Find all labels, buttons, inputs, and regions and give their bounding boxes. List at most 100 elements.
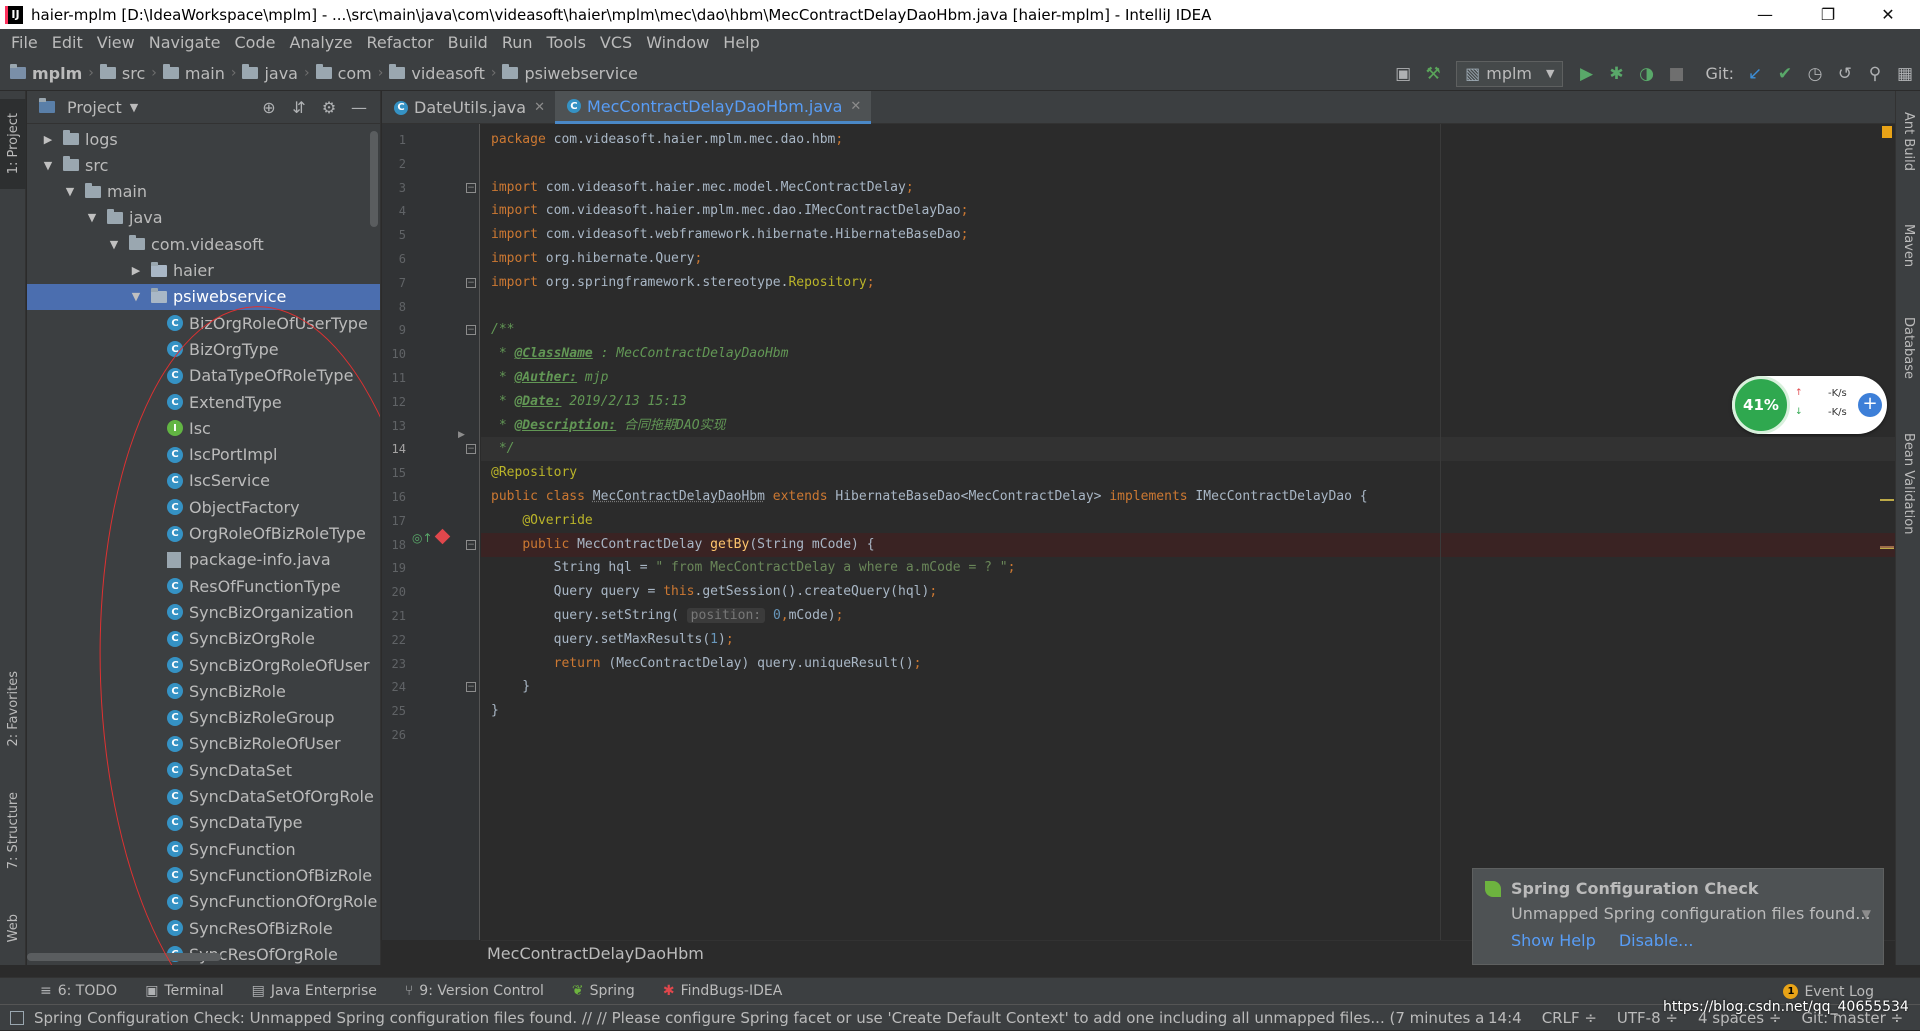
tool-tab-spring[interactable]: ❦ Spring: [572, 983, 635, 999]
tree-item[interactable]: C BizOrgType: [27, 336, 380, 362]
editor-tab[interactable]: C MecContractDelayDaoHbm.java ✕: [554, 91, 872, 124]
chevron-down-icon[interactable]: ▼: [129, 290, 143, 303]
project-structure-icon[interactable]: ▣: [1388, 59, 1418, 89]
code-line[interactable]: query.setString( position: 0,mCode);: [481, 604, 1895, 628]
code-line[interactable]: * @Auther: mjp: [481, 366, 1895, 390]
chevron-down-icon[interactable]: ▼: [130, 101, 138, 114]
code-line[interactable]: return (MecContractDelay) query.uniqueRe…: [481, 652, 1895, 676]
project-view-select[interactable]: Project: [67, 98, 122, 117]
chevron-down-icon[interactable]: ▼: [85, 211, 99, 224]
breadcrumb-item[interactable]: com: [315, 64, 372, 83]
search-icon[interactable]: ⚲: [1860, 59, 1890, 89]
tree-item[interactable]: C ExtendType: [27, 389, 380, 415]
tree-item[interactable]: ▼ java: [27, 205, 380, 231]
code-line[interactable]: import org.springframework.stereotype.Re…: [481, 271, 1895, 295]
code-editor[interactable]: package com.videasoft.haier.mplm.mec.dao…: [481, 124, 1895, 940]
tree-item[interactable]: C SyncFunctionOfBizRole: [27, 862, 380, 888]
code-line[interactable]: package com.videasoft.haier.mplm.mec.dao…: [481, 128, 1895, 152]
tool-tab-ant-build[interactable]: Ant Build: [1896, 101, 1920, 181]
tool-tab-java-enterprise[interactable]: ▤ Java Enterprise: [252, 983, 377, 999]
override-marker-icon[interactable]: ◎↑: [412, 531, 433, 545]
status-message[interactable]: Spring Configuration Check: Unmapped Spr…: [34, 1009, 1484, 1027]
tool-tab-6-todo[interactable]: ≡ 6: TODO: [40, 983, 117, 999]
close-button[interactable]: ✕: [1860, 0, 1916, 29]
tool-tab-bean-validation[interactable]: Bean Validation: [1896, 421, 1920, 546]
tree-item[interactable]: ▼ psiwebservice: [27, 283, 380, 310]
breadcrumb-item[interactable]: java: [242, 64, 298, 83]
run-icon[interactable]: ▶: [1571, 59, 1601, 89]
menu-item-vcs[interactable]: VCS: [593, 33, 639, 52]
tool-tab-favorites[interactable]: 2: Favorites: [0, 661, 26, 756]
chevron-right-icon[interactable]: ▶: [41, 133, 55, 146]
minimize-button[interactable]: —: [1737, 0, 1793, 29]
code-line[interactable]: /**: [481, 318, 1895, 342]
fold-toggle-icon[interactable]: −: [466, 539, 476, 550]
menu-item-run[interactable]: Run: [495, 33, 540, 52]
code-line[interactable]: import org.hibernate.Query;: [481, 247, 1895, 271]
tree-item[interactable]: C SyncBizOrganization: [27, 599, 380, 625]
menu-item-file[interactable]: File: [4, 33, 45, 52]
breadcrumb-item[interactable]: videasoft: [389, 64, 485, 83]
tool-tab-web[interactable]: Web: [0, 901, 26, 956]
menu-item-build[interactable]: Build: [441, 33, 495, 52]
menu-item-tools[interactable]: Tools: [540, 33, 593, 52]
breadcrumb-item[interactable]: mplm: [10, 64, 82, 83]
chevron-right-icon[interactable]: ▶: [129, 264, 143, 277]
chevron-down-icon[interactable]: ▼: [41, 159, 55, 172]
show-help-link[interactable]: Show Help: [1511, 931, 1596, 950]
chevron-down-icon[interactable]: ▼: [107, 238, 121, 251]
code-line[interactable]: * @ClassName : MecContractDelayDaoHbm: [481, 342, 1895, 366]
tree-item[interactable]: ▶ haier: [27, 258, 380, 284]
tree-item[interactable]: C SyncDataSet: [27, 757, 380, 783]
code-line[interactable]: String hql = " from MecContractDelay a w…: [481, 556, 1895, 580]
menu-item-view[interactable]: View: [90, 33, 142, 52]
tree-item[interactable]: C SyncResOfBizRole: [27, 915, 380, 941]
build-hammer-icon[interactable]: ⚒: [1418, 59, 1448, 89]
breadcrumb-item[interactable]: main: [162, 64, 225, 83]
tree-item[interactable]: C IscService: [27, 468, 380, 494]
stripe-mark[interactable]: [1880, 546, 1894, 548]
stop-icon[interactable]: ■: [1661, 59, 1691, 89]
warning-marker-icon[interactable]: [1882, 126, 1892, 138]
tree-item[interactable]: C SyncBizRoleOfUser: [27, 731, 380, 757]
tool-tab-findbugs-idea[interactable]: ✱ FindBugs-IDEA: [663, 983, 782, 999]
debug-icon[interactable]: ✱: [1601, 59, 1631, 89]
breadcrumb-item[interactable]: psiwebservice: [502, 64, 638, 83]
tree-item[interactable]: C ResOfFunctionType: [27, 573, 380, 599]
tree-item[interactable]: C SyncDataType: [27, 810, 380, 836]
tree-item[interactable]: ▼ src: [27, 152, 380, 178]
tree-item[interactable]: I Isc: [27, 415, 380, 441]
locate-icon[interactable]: ⊕: [254, 98, 284, 117]
fold-toggle-icon[interactable]: −: [466, 325, 476, 336]
tool-tab-structure[interactable]: 7: Structure: [0, 781, 26, 881]
menu-item-code[interactable]: Code: [228, 33, 283, 52]
code-line[interactable]: */: [481, 437, 1895, 462]
fold-toggle-icon[interactable]: −: [466, 682, 476, 693]
tree-item[interactable]: C BizOrgRoleOfUserType: [27, 310, 380, 336]
code-line[interactable]: * @Date: 2019/2/13 15:13: [481, 390, 1895, 414]
restore-button[interactable]: ❐: [1800, 0, 1856, 29]
fold-toggle-icon[interactable]: −: [466, 444, 476, 455]
tree-item[interactable]: C SyncBizOrgRoleOfUser: [27, 652, 380, 678]
close-tab-icon[interactable]: ✕: [534, 100, 545, 115]
code-line[interactable]: }: [481, 699, 1895, 723]
project-window-icon[interactable]: ▦: [1890, 59, 1920, 89]
tree-item[interactable]: C DataTypeOfRoleType: [27, 363, 380, 389]
network-speed-widget[interactable]: 41% ↑ -K/s ↓ -K/s +: [1732, 376, 1887, 434]
line-separator[interactable]: CRLF ÷: [1542, 1009, 1597, 1027]
tree-vertical-scrollbar[interactable]: [370, 131, 378, 227]
chevron-down-icon[interactable]: ▼: [1862, 907, 1871, 921]
menu-item-edit[interactable]: Edit: [45, 33, 90, 52]
code-line[interactable]: public MecContractDelay getBy(String mCo…: [481, 532, 1895, 557]
code-line[interactable]: * @Description: 合同拖期DAO实现: [481, 414, 1895, 438]
tool-tab-database[interactable]: Database: [1896, 306, 1920, 391]
tree-item[interactable]: ▶ logs: [27, 126, 380, 152]
disable-link[interactable]: Disable...: [1619, 931, 1694, 950]
tree-item[interactable]: ▼ main: [27, 179, 380, 205]
code-line[interactable]: Query query = this.getSession().createQu…: [481, 580, 1895, 604]
fold-toggle-icon[interactable]: −: [466, 182, 476, 193]
menu-item-help[interactable]: Help: [716, 33, 766, 52]
hide-panel-icon[interactable]: —: [344, 98, 374, 117]
collapse-all-icon[interactable]: ⇵: [284, 98, 314, 117]
tree-item[interactable]: package-info.java: [27, 547, 380, 573]
